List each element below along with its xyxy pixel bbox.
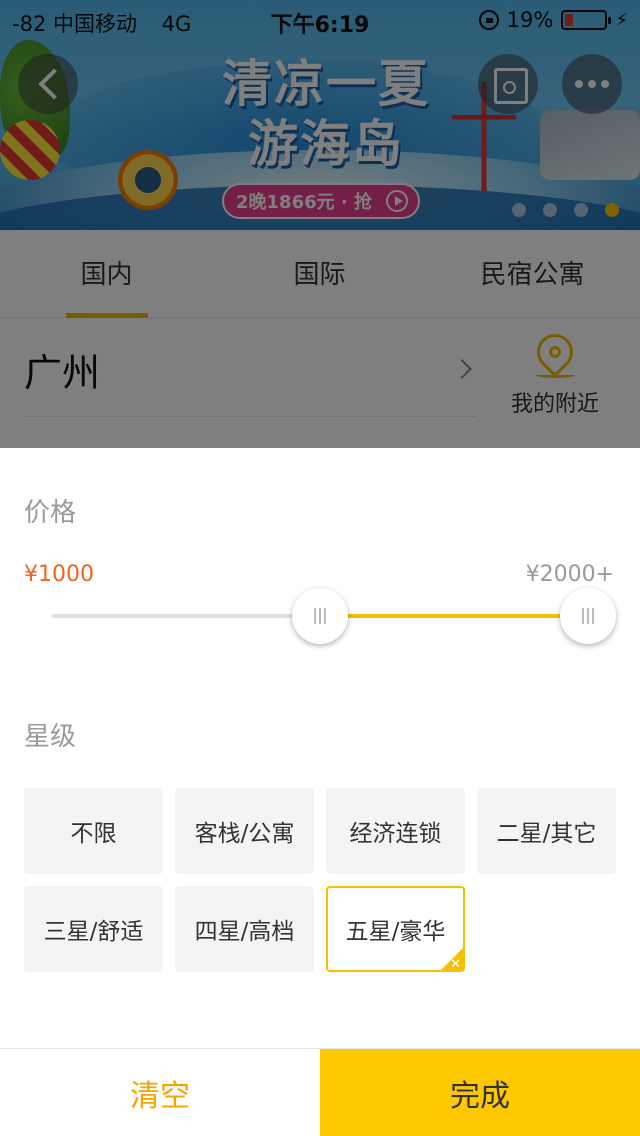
filter-panel: 价格 ¥1000 ¥2000+ 星级 不限 客栈/公寓 经济连锁 二星/其它 三… bbox=[0, 448, 640, 1048]
grip-line-icon bbox=[587, 608, 589, 624]
star-option-four-star[interactable]: 四星/高档 bbox=[175, 886, 314, 972]
grip-line-icon bbox=[324, 608, 326, 624]
star-option-three-star[interactable]: 三星/舒适 bbox=[24, 886, 163, 972]
dim-overlay[interactable] bbox=[0, 0, 640, 448]
grip-line-icon bbox=[592, 608, 594, 624]
clear-button[interactable]: 清空 bbox=[0, 1049, 320, 1136]
star-option-budget[interactable]: 经济连锁 bbox=[326, 788, 465, 874]
price-slider-max-handle[interactable] bbox=[560, 588, 616, 644]
star-option-five-star[interactable]: 五星/豪华 ✕ bbox=[326, 886, 465, 972]
star-options: 不限 客栈/公寓 经济连锁 二星/其它 三星/舒适 四星/高档 五星/豪华 ✕ bbox=[24, 788, 616, 972]
close-icon: ✕ bbox=[450, 957, 461, 972]
star-option-label: 客栈/公寓 bbox=[194, 821, 295, 847]
star-option-label: 二星/其它 bbox=[496, 821, 597, 847]
star-option-label: 不限 bbox=[70, 821, 117, 847]
star-option-any[interactable]: 不限 bbox=[24, 788, 163, 874]
price-slider-min-handle[interactable] bbox=[292, 588, 348, 644]
grip-line-icon bbox=[319, 608, 321, 624]
star-title: 星级 bbox=[24, 722, 77, 752]
star-option-label: 四星/高档 bbox=[194, 919, 295, 945]
grip-line-icon bbox=[314, 608, 316, 624]
star-option-label: 三星/舒适 bbox=[43, 919, 144, 945]
price-slider-range bbox=[320, 614, 588, 618]
price-title: 价格 bbox=[24, 498, 77, 528]
price-min-label: ¥1000 bbox=[24, 562, 94, 587]
star-option-label: 经济连锁 bbox=[349, 821, 442, 847]
star-option-inn[interactable]: 客栈/公寓 bbox=[175, 788, 314, 874]
star-option-label: 五星/豪华 bbox=[345, 919, 446, 945]
grip-line-icon bbox=[582, 608, 584, 624]
price-max-label: ¥2000+ bbox=[525, 562, 614, 587]
action-bar: 清空 完成 bbox=[0, 1048, 640, 1136]
star-option-two-star[interactable]: 二星/其它 bbox=[477, 788, 616, 874]
done-button[interactable]: 完成 bbox=[320, 1049, 640, 1136]
